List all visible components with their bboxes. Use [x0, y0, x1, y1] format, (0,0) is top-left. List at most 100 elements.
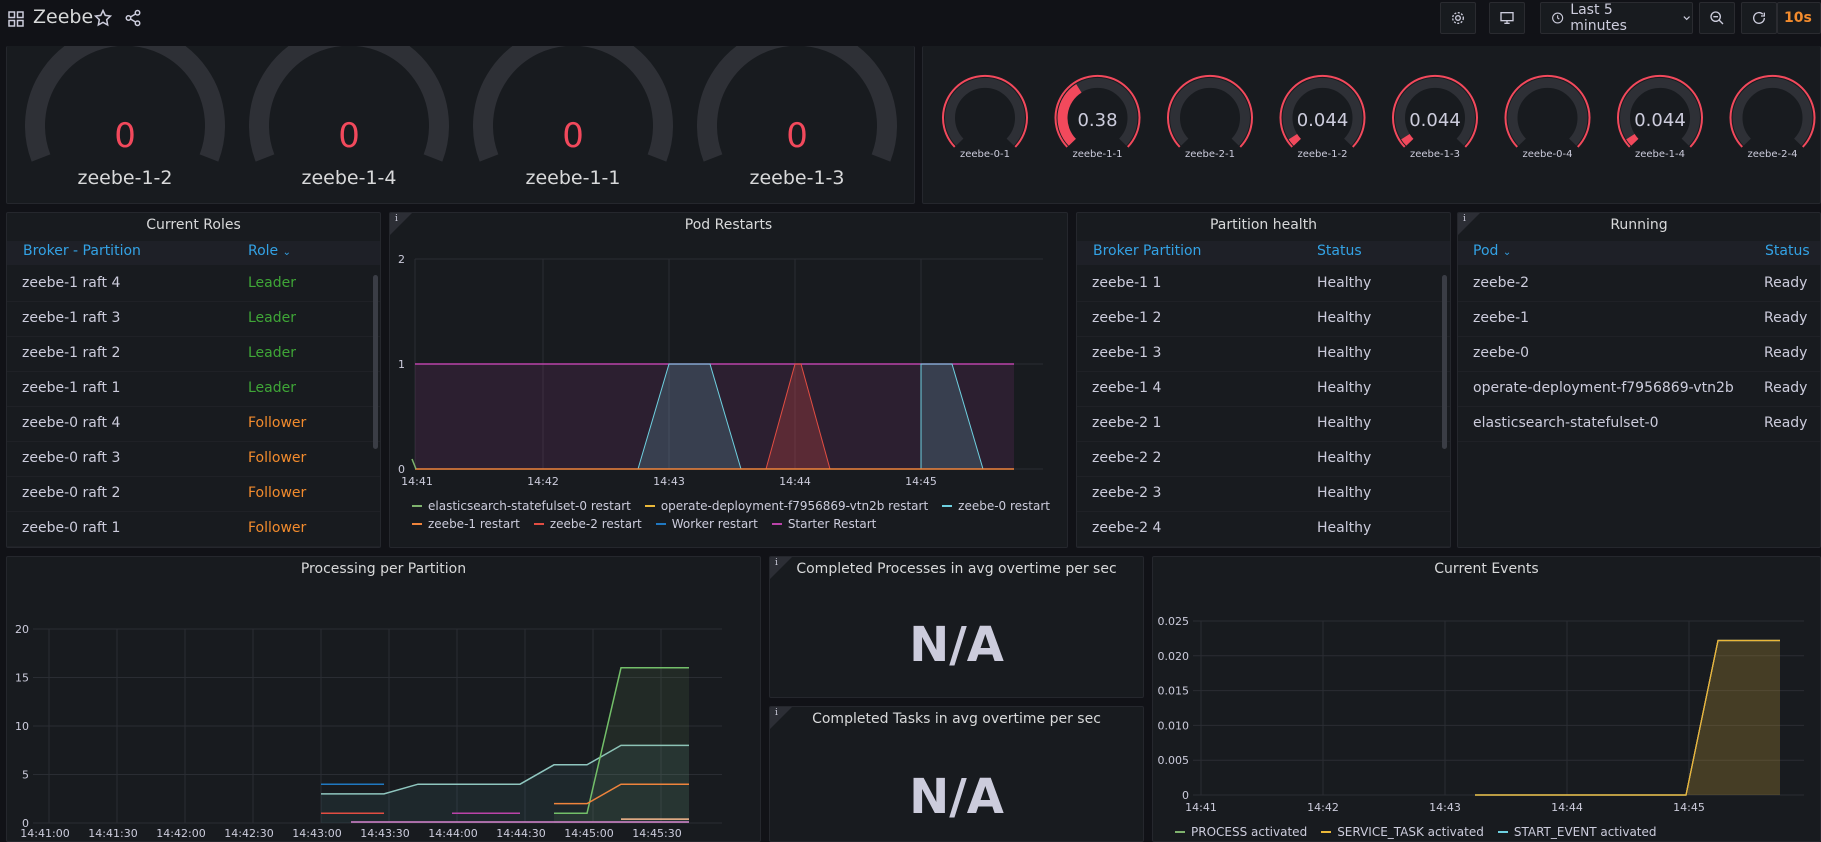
refresh-button[interactable] [1741, 2, 1777, 34]
gauge-label: zeebe-2-1 [1185, 149, 1235, 160]
table-row: zeebe-0 raft 1 Follower [7, 512, 380, 547]
cell: zeebe-0 raft 1 [22, 520, 121, 536]
legend-swatch [533, 523, 544, 525]
gauge-value: 0 [114, 116, 136, 156]
x-tick-label: 14:41 [1185, 801, 1217, 814]
cell: zeebe-2 [1473, 275, 1530, 291]
small-gauges: zeebe-0-1 0.38 zeebe-1-1 zeebe-2-1 0.044 zeeb… [942, 74, 1816, 160]
y-tick-label: 5 [22, 769, 29, 782]
cell: zeebe-0 raft 2 [22, 485, 121, 501]
gauge-zeebe-2-4: zeebe-2-4 [1729, 74, 1816, 160]
stat-value: N/A [909, 617, 1004, 673]
table-row: zeebe-1 4 Healthy [1077, 372, 1450, 407]
table-row: zeebe-1 3 Healthy [1077, 337, 1450, 372]
legend-item[interactable]: elasticsearch-statefulset-0 restart [412, 499, 631, 513]
legend-swatch [1175, 831, 1185, 833]
table-header: Broker Partition Status [1077, 241, 1450, 265]
scrollbar[interactable] [1442, 275, 1447, 449]
gauge-value: 0.044 [1409, 110, 1461, 131]
top-bar: Zeebe Last 5 minutes 10s [0, 0, 1821, 38]
stat-value: N/A [909, 769, 1004, 825]
gear-icon [1452, 12, 1464, 24]
clock-icon [1552, 12, 1564, 24]
column-header-status[interactable]: Status [1765, 243, 1810, 259]
gauge-zeebe-1-4: 0 zeebe-1-4 [249, 46, 449, 189]
completed-processes-panel: i Completed Processes in avg overtime pe… [769, 556, 1144, 698]
cell: zeebe-1 3 [1092, 345, 1162, 361]
gauge-zeebe-2-1: zeebe-2-1 [1167, 74, 1253, 160]
x-tick-label: 14:43 [653, 475, 685, 488]
panel-title: Current Events [1434, 561, 1539, 577]
panel-title: Running [1610, 217, 1668, 233]
gauge-zeebe-1-2: 0 zeebe-1-2 [25, 46, 225, 189]
legend-item[interactable]: Starter Restart [771, 517, 877, 531]
cell: Healthy [1317, 275, 1372, 291]
gauge-label: zeebe-1-1 [1073, 149, 1123, 160]
legend-item[interactable]: SERVICE_TASK activated [1321, 825, 1484, 839]
column-header-pod[interactable]: Pod ⌄ [1473, 243, 1511, 259]
y-tick-label: 0.020 [1158, 650, 1190, 663]
legend-swatch [412, 523, 422, 525]
processing-per-partition-panel: Processing per Partition 0 5 10 15 20 14:41:0… [6, 556, 761, 842]
y-tick-label: 0.015 [1158, 685, 1190, 698]
legend-item[interactable]: PROCESS activated [1175, 825, 1307, 839]
share-icon[interactable] [124, 9, 142, 27]
legend-item[interactable]: operate-deployment-f7956869-vtn2b restar… [644, 499, 928, 513]
legend-item[interactable]: zeebe-0 restart [942, 499, 1050, 513]
gauge-value: 0.38 [1077, 110, 1117, 131]
tv-mode-button[interactable] [1489, 2, 1525, 34]
legend-label: zeebe-2 restart [549, 517, 642, 531]
sort-desc-icon: ⌄ [1502, 247, 1512, 258]
scrollbar[interactable] [373, 275, 378, 449]
legend-swatch [644, 505, 655, 507]
x-tick-label: 14:42 [527, 475, 559, 488]
star-icon[interactable] [94, 9, 112, 27]
gauge-label: zeebe-1-1 [526, 167, 621, 189]
x-tick-label: 14:43:30 [360, 827, 409, 840]
gauge-value: 0 [338, 116, 360, 156]
panel-title: Pod Restarts [684, 217, 773, 233]
cell: Healthy [1317, 415, 1372, 431]
x-tick-label: 14:41 [401, 475, 433, 488]
column-header-status[interactable]: Status [1317, 243, 1362, 259]
cell: zeebe-1 raft 3 [22, 310, 121, 326]
table-row: zeebe-0 raft 4 Follower [7, 407, 380, 442]
gauge-label: zeebe-1-3 [750, 167, 845, 189]
cell: Ready [1764, 275, 1808, 291]
column-header-broker-partition[interactable]: Broker Partition [1093, 243, 1201, 259]
cell: Follower [248, 520, 307, 536]
zoom-out-button[interactable] [1699, 2, 1735, 34]
gauge-label: zeebe-0-4 [1523, 149, 1573, 160]
completed-tasks-panel: i Completed Tasks in avg overtime per se… [769, 706, 1144, 842]
gauge-zeebe-1-1: 0 zeebe-1-1 [473, 46, 673, 189]
dashboard-title[interactable]: Zeebe [33, 6, 93, 28]
apps-grid-icon[interactable] [8, 11, 24, 27]
refresh-icon [1753, 11, 1765, 24]
legend-label: Starter Restart [787, 517, 877, 531]
legend-item[interactable]: zeebe-1 restart [412, 517, 520, 531]
x-tick-label: 14:44:30 [496, 827, 545, 840]
cell: Ready [1764, 380, 1808, 396]
column-header-broker-partition[interactable]: Broker - Partition [23, 243, 141, 259]
legend-item[interactable]: zeebe-2 restart [533, 517, 642, 531]
gauge-value: 0.044 [1297, 110, 1349, 131]
cell: Leader [248, 345, 297, 361]
legend-item[interactable]: Worker restart [655, 517, 758, 531]
x-tick-label: 14:42 [1307, 801, 1339, 814]
cell: zeebe-2 3 [1092, 485, 1162, 501]
cell: zeebe-1 1 [1092, 275, 1162, 291]
time-range-picker[interactable]: Last 5 minutes [1540, 2, 1693, 34]
legend-swatch [771, 523, 782, 525]
legend-label: SERVICE_TASK activated [1337, 825, 1484, 839]
cell: Leader [248, 380, 297, 396]
table-row: zeebe-1 Ready [1458, 302, 1820, 337]
x-tick-label: 14:41:00 [20, 827, 69, 840]
table-row: elasticsearch-statefulset-0 Ready [1458, 407, 1820, 442]
table-row: zeebe-1 raft 1 Leader [7, 372, 380, 407]
chart-legend: PROCESS activated SERVICE_TASK activated S… [1175, 825, 1815, 841]
settings-button[interactable] [1440, 2, 1476, 34]
column-header-role[interactable]: Role ⌄ [248, 243, 291, 259]
refresh-interval-picker[interactable]: 10s [1777, 2, 1821, 34]
gauge-track [1732, 77, 1813, 146]
legend-item[interactable]: START_EVENT activated [1497, 825, 1657, 839]
